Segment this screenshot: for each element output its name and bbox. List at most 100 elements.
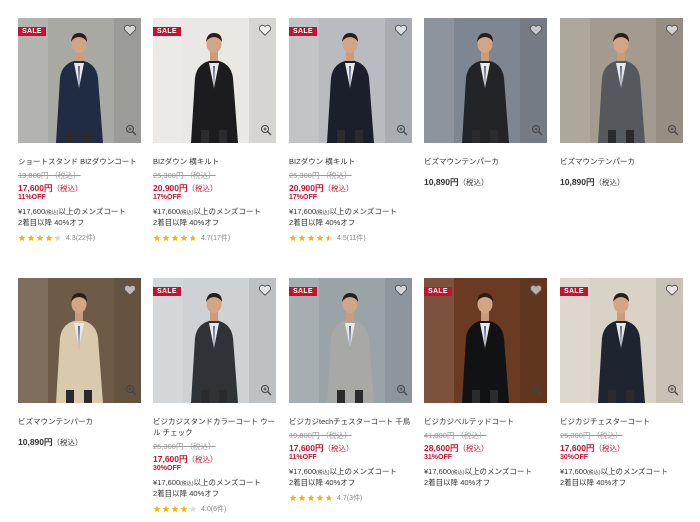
product-card[interactable]: SALE ショートスタンド BIZダウンコート 19,800円 （税込） 17,600… <box>18 18 141 243</box>
product-image[interactable]: SALE <box>153 278 276 403</box>
product-name-link[interactable]: ビジカジチェスターコート <box>560 416 683 427</box>
promo-condition: 以上のメンズコート <box>329 207 397 216</box>
product-card[interactable]: ビズマウンテンパーカ 10,890円（税込） <box>18 278 141 448</box>
zoom-icon[interactable] <box>667 384 679 396</box>
original-price: 25,300円 （税込） <box>560 431 623 440</box>
review-count: (6件) <box>210 506 227 513</box>
product-image[interactable]: SALE <box>18 18 141 143</box>
product-name-link[interactable]: ショートスタンド BIZダウンコート <box>18 156 141 167</box>
tax-label: （税込） <box>594 444 625 453</box>
product-image[interactable] <box>560 18 683 143</box>
rating[interactable]: 4.0 (6件) <box>153 504 276 514</box>
product-card[interactable]: SALE ビジカジチェスターコート 25,300円 （税込） 17,600円（税込） 3… <box>560 278 683 488</box>
zoom-icon[interactable] <box>125 124 137 136</box>
favorite-heart-icon[interactable] <box>529 283 543 297</box>
star-icon <box>45 234 53 241</box>
favorite-heart-icon[interactable] <box>665 23 679 37</box>
product-image[interactable]: SALE <box>153 18 276 143</box>
promo-condition: 以上のメンズコート <box>193 207 261 216</box>
current-price: 17,600円（税込） <box>153 453 276 465</box>
promo-tax: (税込) <box>316 470 330 476</box>
promo-text: ¥17,600(税込)以上のメンズコート 2着目以降 40%オフ <box>18 207 141 228</box>
favorite-heart-icon[interactable] <box>394 283 408 297</box>
zoom-icon[interactable] <box>260 124 272 136</box>
promo-text: ¥17,600(税込)以上のメンズコート 2着目以降 40%オフ <box>289 467 412 488</box>
star-icon <box>189 505 197 512</box>
product-card[interactable]: ビズマウンテンパーカ 10,890円（税込） <box>424 18 547 188</box>
favorite-heart-icon[interactable] <box>258 283 272 297</box>
product-card[interactable]: SALE BIZダウン 横キルト 25,300円 （税込） 20,900円（税込） 17… <box>289 18 412 243</box>
product-card[interactable]: SALE BIZダウン 横キルト 25,300円 （税込） 20,900円（税込） 17… <box>153 18 276 243</box>
promo-amount: ¥17,600 <box>153 207 181 216</box>
promo-line-1: ¥17,600(税込)以上のメンズコート <box>153 478 276 489</box>
product-card[interactable]: SALE ビジカジtechチェスターコート 千鳥 19,800円 （税込） 17,60… <box>289 278 412 503</box>
product-image[interactable]: SALE <box>289 278 412 403</box>
product-image[interactable]: SALE <box>289 18 412 143</box>
star-icon <box>307 234 315 241</box>
zoom-icon[interactable] <box>531 384 543 396</box>
favorite-heart-icon[interactable] <box>529 23 543 37</box>
sale-badge: SALE <box>153 287 181 296</box>
promo-line-2: 2着目以降 40%オフ <box>289 478 356 487</box>
star-icon <box>180 505 188 512</box>
promo-text: ¥17,600(税込)以上のメンズコート 2着目以降 40%オフ <box>424 467 547 488</box>
tax-label: （税込） <box>594 178 625 187</box>
rating-stars <box>153 234 198 242</box>
promo-line-2: 2着目以降 40%オフ <box>289 218 356 227</box>
zoom-icon[interactable] <box>125 384 137 396</box>
promo-text: ¥17,600(税込)以上のメンズコート 2着目以降 40%オフ <box>153 478 276 499</box>
tax-label: （税込） <box>458 178 489 187</box>
product-card[interactable]: SALE ビジカジベルテッドコート 41,800円 （税込） 28,600円（税込） 3… <box>424 278 547 488</box>
product-name-link[interactable]: BIZダウン 横キルト <box>153 156 276 167</box>
product-card[interactable]: SALE ビジカジスタンドカラーコート ウール チェック 25,300円 （税込） 1… <box>153 278 276 514</box>
product-image[interactable] <box>424 18 547 143</box>
product-name-link[interactable]: BIZダウン 横キルト <box>289 156 412 167</box>
sale-badge: SALE <box>153 27 181 36</box>
promo-line-1: ¥17,600(税込)以上のメンズコート <box>289 207 412 218</box>
favorite-heart-icon[interactable] <box>394 23 408 37</box>
current-price: 28,600円（税込） <box>424 442 547 454</box>
zoom-icon[interactable] <box>667 124 679 136</box>
review-count: (17件) <box>210 235 231 242</box>
review-count: (3件) <box>346 495 363 502</box>
rating[interactable]: 4.7 (17件) <box>153 233 276 243</box>
review-count: (22件) <box>75 235 96 242</box>
sale-badge: SALE <box>424 287 452 296</box>
rating[interactable]: 4.3 (22件) <box>18 233 141 243</box>
star-icon <box>18 234 26 241</box>
current-price: 10,890円（税込） <box>18 436 141 448</box>
rating-score: 4.5 <box>337 234 347 242</box>
product-image[interactable]: SALE <box>424 278 547 403</box>
rating-score: 4.7 <box>337 494 347 502</box>
rating[interactable]: 4.7 (3件) <box>289 493 412 503</box>
product-name-link[interactable]: ビズマウンテンパーカ <box>560 156 683 167</box>
rating[interactable]: 4.5 (11件) <box>289 233 412 243</box>
product-name-link[interactable]: ビジカジスタンドカラーコート ウール チェック <box>153 416 276 438</box>
favorite-heart-icon[interactable] <box>258 23 272 37</box>
zoom-icon[interactable] <box>396 124 408 136</box>
star-icon <box>180 234 188 241</box>
star-icon <box>171 234 179 241</box>
favorite-heart-icon[interactable] <box>123 23 137 37</box>
price-value: 10,890円 <box>424 177 459 187</box>
zoom-icon[interactable] <box>396 384 408 396</box>
favorite-heart-icon[interactable] <box>123 283 137 297</box>
product-name-link[interactable]: ビズマウンテンパーカ <box>424 156 547 167</box>
rating-stars <box>153 505 198 513</box>
original-price: 19,800円 （税込） <box>289 431 352 440</box>
star-icon <box>27 234 35 241</box>
current-price: 20,900円（税込） <box>289 182 412 194</box>
product-image[interactable]: SALE <box>560 278 683 403</box>
zoom-icon[interactable] <box>531 124 543 136</box>
product-name-link[interactable]: ビジカジtechチェスターコート 千鳥 <box>289 416 412 427</box>
product-image[interactable] <box>18 278 141 403</box>
promo-tax: (税込) <box>451 470 465 476</box>
price-value: 17,600円 <box>18 183 53 193</box>
product-name-link[interactable]: ビズマウンテンパーカ <box>18 416 141 427</box>
product-card[interactable]: ビズマウンテンパーカ 10,890円（税込） <box>560 18 683 188</box>
promo-line-1: ¥17,600(税込)以上のメンズコート <box>18 207 141 218</box>
star-icon <box>298 494 306 501</box>
product-name-link[interactable]: ビジカジベルテッドコート <box>424 416 547 427</box>
favorite-heart-icon[interactable] <box>665 283 679 297</box>
zoom-icon[interactable] <box>260 384 272 396</box>
